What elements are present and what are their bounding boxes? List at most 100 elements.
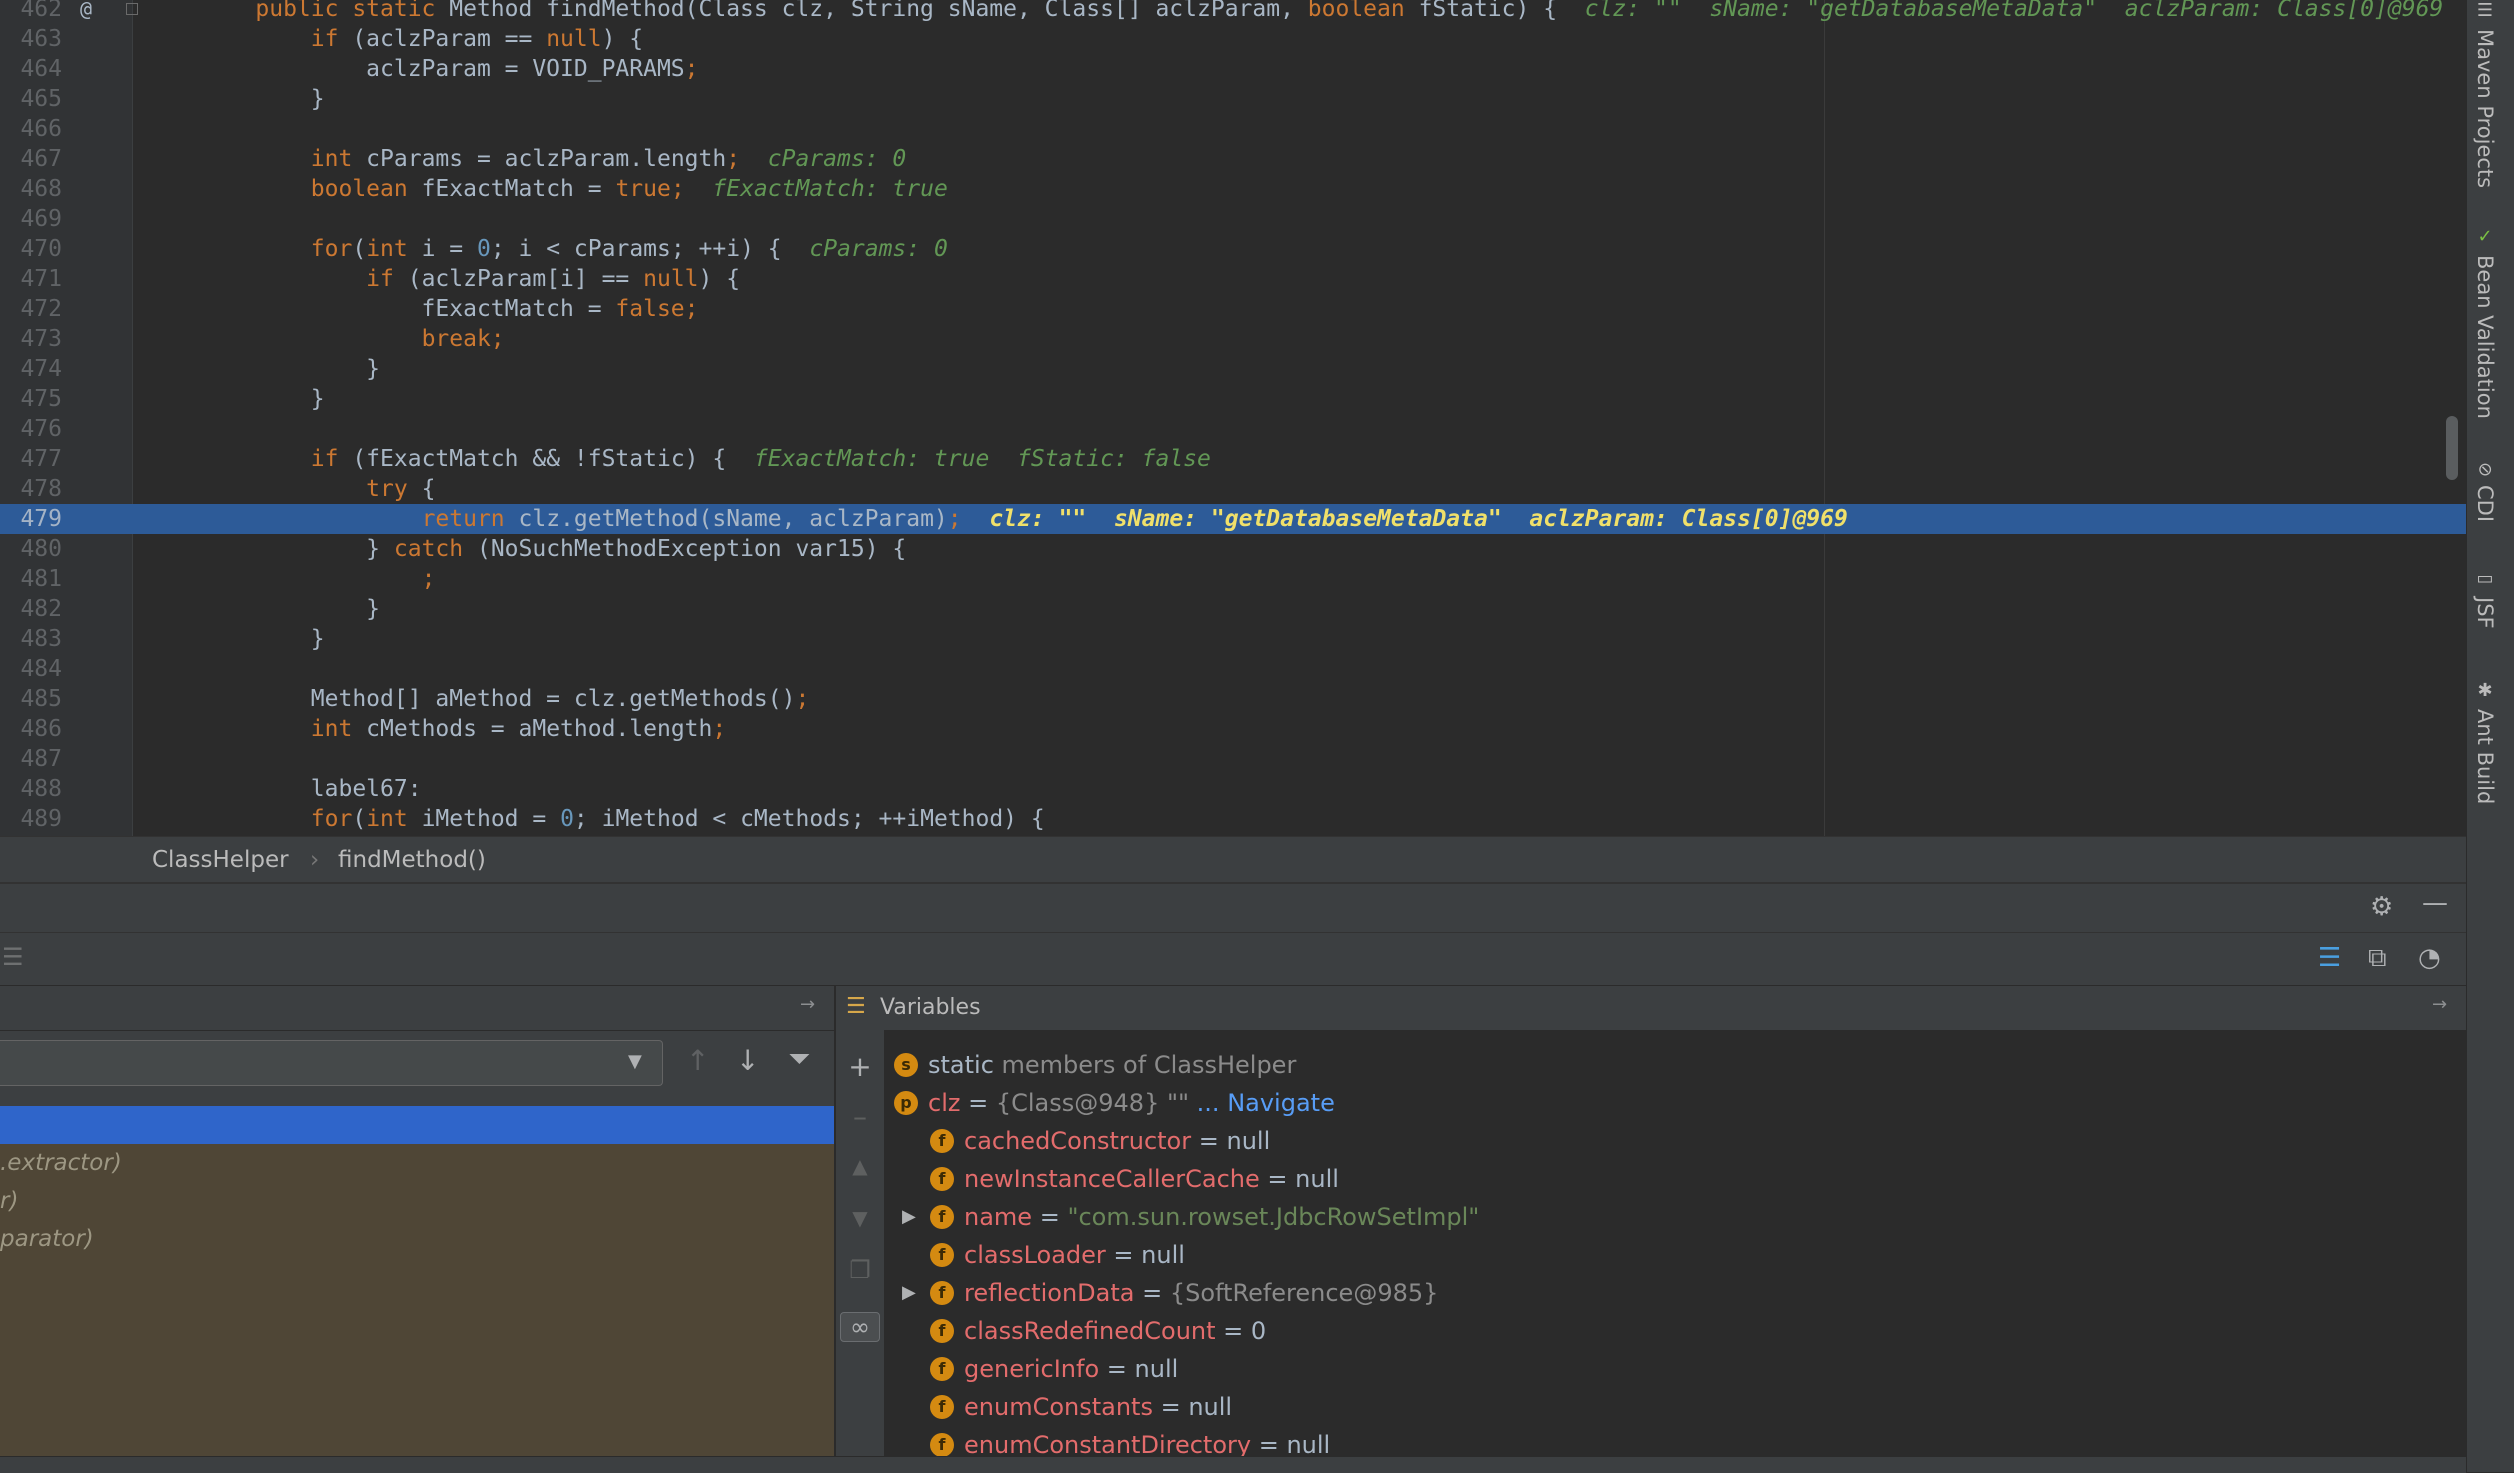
line-number[interactable]: 466 xyxy=(0,114,62,144)
code-line[interactable]: 464 aclzParam = VOID_PARAMS; xyxy=(0,54,2466,84)
code-line[interactable]: 475 } xyxy=(0,384,2466,414)
code-line[interactable]: 476 xyxy=(0,414,2466,444)
line-number[interactable]: 485 xyxy=(0,684,62,714)
line-number[interactable]: 477 xyxy=(0,444,62,474)
code-line[interactable]: 463 if (aclzParam == null) { xyxy=(0,24,2466,54)
move-up-icon[interactable]: ▲ xyxy=(836,1154,884,1178)
fold-toggle-icon[interactable] xyxy=(126,3,138,15)
code-editor[interactable]: 462 @ public static Method findMethod(Cla… xyxy=(0,0,2466,836)
code-line[interactable]: 471 if (aclzParam[i] == null) { xyxy=(0,264,2466,294)
move-down-icon[interactable]: ▼ xyxy=(836,1206,884,1230)
tab-bean-validation[interactable]: ✓ Bean Validation xyxy=(2473,226,2497,419)
code-line[interactable]: 474 } xyxy=(0,354,2466,384)
pin-icon[interactable]: → xyxy=(800,994,815,1015)
remove-watch-icon[interactable]: – xyxy=(836,1100,884,1133)
code-line[interactable]: 481 ; xyxy=(0,564,2466,594)
line-number[interactable]: 489 xyxy=(0,804,62,834)
code-line[interactable]: 486 int cMethods = aMethod.length; xyxy=(0,714,2466,744)
frame-row[interactable]: r) xyxy=(0,1182,834,1220)
infinity-icon[interactable]: ∞ xyxy=(840,1312,880,1342)
line-number[interactable]: 476 xyxy=(0,414,62,444)
arrow-down-icon[interactable]: ↓ xyxy=(736,1044,759,1077)
line-number[interactable]: 486 xyxy=(0,714,62,744)
code-line[interactable]: 478 try { xyxy=(0,474,2466,504)
tab-maven-projects[interactable]: ☰ Maven Projects xyxy=(2473,0,2497,188)
mute-breakpoints-icon[interactable]: ◔ xyxy=(2418,943,2441,973)
variable-row[interactable]: f cachedConstructor = null xyxy=(836,1122,2456,1160)
line-number[interactable]: 484 xyxy=(0,654,62,684)
line-number[interactable]: 478 xyxy=(0,474,62,504)
line-number[interactable]: 463 xyxy=(0,24,62,54)
code-line[interactable]: 485 Method[] aMethod = clz.getMethods(); xyxy=(0,684,2466,714)
line-number[interactable]: 479 xyxy=(0,504,62,534)
line-number[interactable]: 470 xyxy=(0,234,62,264)
layout-icon[interactable]: ☰ xyxy=(2,943,24,971)
variable-row[interactable]: f genericInfo = null xyxy=(836,1350,2456,1388)
variable-row[interactable]: ▶sstatic members of ClassHelper xyxy=(836,1046,2456,1084)
code-line[interactable]: 489 for(int iMethod = 0; iMethod < cMeth… xyxy=(0,804,2466,834)
tab-jsf[interactable]: ▭ JSF xyxy=(2473,568,2497,629)
code-line[interactable]: 466 xyxy=(0,114,2466,144)
variable-row[interactable]: f newInstanceCallerCache = null xyxy=(836,1160,2456,1198)
line-number[interactable]: 475 xyxy=(0,384,62,414)
frame-row[interactable]: .extractor) xyxy=(0,1144,834,1182)
line-number[interactable]: 472 xyxy=(0,294,62,324)
line-number[interactable]: 488 xyxy=(0,774,62,804)
line-number[interactable]: 473 xyxy=(0,324,62,354)
navigate-link[interactable]: ... Navigate xyxy=(1189,1089,1335,1117)
minimize-icon[interactable]: — xyxy=(2422,888,2448,918)
line-number[interactable]: 471 xyxy=(0,264,62,294)
variable-row[interactable]: ▶ f reflectionData = {SoftReference@985} xyxy=(836,1274,2456,1312)
override-marker-icon[interactable]: @ xyxy=(80,0,92,24)
code-line[interactable]: 469 xyxy=(0,204,2466,234)
variable-row[interactable]: ▼pclz = {Class@948} "" ... Navigate xyxy=(836,1084,2456,1122)
frame-row-selected[interactable] xyxy=(0,1106,834,1144)
code-line[interactable]: 488 label67: xyxy=(0,774,2466,804)
frame-row[interactable]: parator) xyxy=(0,1220,834,1258)
variable-row[interactable]: f enumConstants = null xyxy=(836,1388,2456,1426)
expand-arrow-icon[interactable]: ▶ xyxy=(902,1198,916,1236)
line-number[interactable]: 462 xyxy=(0,0,62,24)
line-number[interactable]: 474 xyxy=(0,354,62,384)
threads-icon[interactable]: ⧉ xyxy=(2368,943,2387,974)
variable-row[interactable]: ▶ f name = "com.sun.rowset.JdbcRowSetImpl" xyxy=(836,1198,2456,1236)
code-line[interactable]: 482 } xyxy=(0,594,2466,624)
thread-dropdown[interactable]: ▼ xyxy=(0,1040,663,1086)
add-watch-icon[interactable]: + xyxy=(836,1050,884,1083)
line-number[interactable]: 465 xyxy=(0,84,62,114)
pin-icon[interactable]: → xyxy=(2432,994,2447,1015)
frames-icon[interactable]: ☰ xyxy=(2318,943,2341,973)
code-line[interactable]: 472 fExactMatch = false; xyxy=(0,294,2466,324)
tab-ant-build[interactable]: ✱ Ant Build xyxy=(2473,680,2497,804)
gear-icon[interactable]: ⚙ xyxy=(2370,892,2393,922)
code-line[interactable]: 467 int cParams = aclzParam.length; cPar… xyxy=(0,144,2466,174)
code-line[interactable]: 470 for(int i = 0; i < cParams; ++i) { c… xyxy=(0,234,2466,264)
code-line[interactable]: 480 } catch (NoSuchMethodException var15… xyxy=(0,534,2466,564)
line-number[interactable]: 481 xyxy=(0,564,62,594)
code-line[interactable]: 487 xyxy=(0,744,2466,774)
tab-cdi[interactable]: ⊘ CDI xyxy=(2473,462,2497,522)
code-line[interactable]: 465 } xyxy=(0,84,2466,114)
line-number[interactable]: 467 xyxy=(0,144,62,174)
variable-row[interactable]: f classLoader = null xyxy=(836,1236,2456,1274)
line-number[interactable]: 482 xyxy=(0,594,62,624)
code-line[interactable]: 462 @ public static Method findMethod(Cla… xyxy=(0,0,2466,24)
editor-scrollbar-thumb[interactable] xyxy=(2446,416,2458,480)
line-number[interactable]: 480 xyxy=(0,534,62,564)
line-number[interactable]: 483 xyxy=(0,624,62,654)
code-line[interactable]: 484 xyxy=(0,654,2466,684)
variable-row[interactable]: f classRedefinedCount = 0 xyxy=(836,1312,2456,1350)
line-number[interactable]: 487 xyxy=(0,744,62,774)
current-execution-line[interactable]: 479 return clz.getMethod(sName, aclzPara… xyxy=(0,504,2466,534)
breadcrumb-class[interactable]: ClassHelper xyxy=(152,847,289,873)
arrow-up-icon[interactable]: ↑ xyxy=(686,1044,709,1077)
expand-arrow-icon[interactable]: ▶ xyxy=(902,1274,916,1312)
code-line[interactable]: 468 boolean fExactMatch = true; fExactMa… xyxy=(0,174,2466,204)
breadcrumb-method[interactable]: findMethod() xyxy=(338,847,486,873)
code-line[interactable]: 477 if (fExactMatch && !fStatic) { fExac… xyxy=(0,444,2466,474)
line-number[interactable]: 469 xyxy=(0,204,62,234)
copy-icon[interactable]: ❐ xyxy=(836,1256,884,1284)
filter-icon[interactable]: ⏷ xyxy=(788,1042,810,1076)
code-line[interactable]: 473 break; xyxy=(0,324,2466,354)
line-number[interactable]: 468 xyxy=(0,174,62,204)
